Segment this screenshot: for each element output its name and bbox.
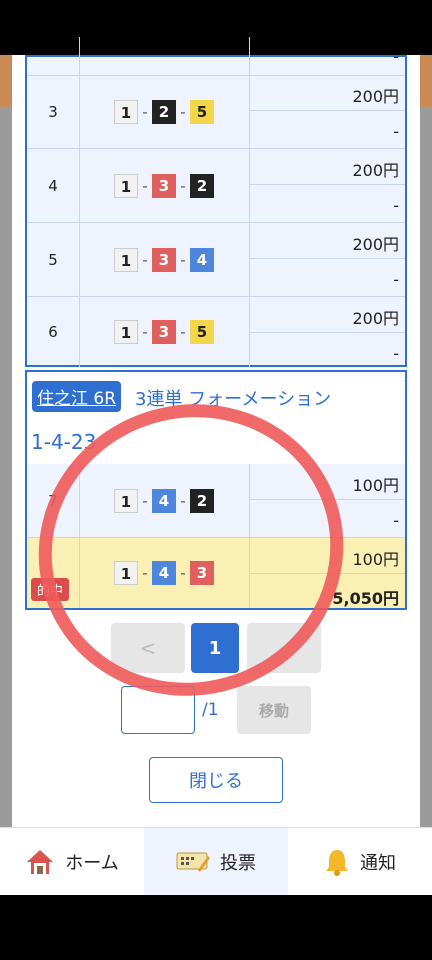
table-row: 7 1-4-2 100円 - bbox=[27, 464, 405, 538]
page-number-input[interactable] bbox=[121, 686, 195, 734]
payout-value: - bbox=[393, 47, 399, 66]
payout-value: 5,050円 bbox=[332, 589, 399, 608]
boat-number: 1 bbox=[114, 247, 138, 272]
boat-number: 5 bbox=[190, 320, 214, 344]
row-combo: 1-3-2 bbox=[79, 149, 250, 222]
payout-value: - bbox=[393, 122, 399, 141]
row-combo: 1-2-5 bbox=[79, 75, 250, 148]
current-page-button[interactable]: 1 bbox=[191, 623, 239, 673]
row-amounts: 100円 5,050円 bbox=[250, 538, 405, 608]
home-icon bbox=[27, 850, 54, 874]
next-page-button[interactable] bbox=[247, 623, 321, 673]
bet-type-label: 3連単 フォーメーション bbox=[135, 389, 332, 410]
bet-table-1: - 3 1-2-5 200円 - 4 1-3-2 200円 - 5 1-3-4 … bbox=[25, 37, 407, 367]
row-combo bbox=[79, 37, 250, 75]
row-amounts: 200円 - bbox=[250, 75, 405, 148]
nav-home-label: ホーム bbox=[65, 853, 119, 874]
boat-number: 1 bbox=[114, 561, 138, 585]
boat-number: 3 bbox=[190, 561, 214, 585]
row-amounts: 200円 - bbox=[250, 149, 405, 222]
prev-page-button[interactable]: < bbox=[111, 623, 185, 673]
close-button[interactable]: 閉じる bbox=[149, 757, 283, 803]
bet-amount: 200円 bbox=[250, 149, 405, 185]
row-number: 3 bbox=[27, 75, 80, 148]
bet-table-2: 住之江 6R 3連単 フォーメーション 1-4-23 7 1-4-2 100円 … bbox=[25, 370, 407, 610]
row-number bbox=[27, 37, 80, 75]
boat-number: 1 bbox=[114, 99, 138, 124]
hit-badge: 的中 bbox=[31, 578, 70, 601]
row-number: 6 bbox=[27, 297, 80, 367]
payout-value: - bbox=[393, 196, 399, 215]
bet-amount: 100円 bbox=[250, 464, 405, 500]
table-row: 4 1-3-2 200円 - bbox=[27, 149, 405, 223]
row-number: 7 bbox=[27, 464, 80, 537]
bet-amount: 200円 bbox=[250, 223, 405, 259]
nav-home[interactable]: ホーム bbox=[0, 828, 144, 896]
table-row: 3 1-2-5 200円 - bbox=[27, 75, 405, 149]
nav-vote-label: 投票 bbox=[220, 853, 256, 874]
table-row-hit: 的中 1-4-3 100円 5,050円 bbox=[27, 538, 405, 608]
row-amounts: 200円 - bbox=[250, 297, 405, 367]
row-combo: 1-3-5 bbox=[79, 297, 250, 367]
row-combo: 1-4-2 bbox=[79, 464, 250, 537]
bottom-nav: ホーム 投票 通知 bbox=[0, 827, 432, 896]
table-row: 5 1-3-4 200円 - bbox=[27, 223, 405, 297]
bet-amount: 200円 bbox=[250, 75, 405, 111]
nav-vote[interactable]: 投票 bbox=[144, 828, 288, 896]
row-combo: 1-3-4 bbox=[79, 223, 250, 296]
boat-number: 2 bbox=[190, 488, 214, 513]
table-row: - bbox=[27, 37, 405, 76]
payout-value: - bbox=[393, 511, 399, 530]
boat-number: 1 bbox=[114, 320, 138, 344]
row-amounts: 100円 - bbox=[250, 464, 405, 537]
table-row: 6 1-3-5 200円 - bbox=[27, 297, 405, 367]
boat-number: 4 bbox=[152, 561, 176, 585]
boat-number: 1 bbox=[114, 173, 138, 198]
boat-number: 3 bbox=[152, 320, 176, 344]
venue-link[interactable]: 住之江 6R bbox=[32, 381, 122, 412]
ticket-icon bbox=[176, 852, 210, 872]
move-page-button[interactable]: 移動 bbox=[237, 686, 311, 734]
row-number: 4 bbox=[27, 149, 80, 222]
nav-notify-label: 通知 bbox=[360, 853, 396, 874]
payout-value: - bbox=[393, 344, 399, 363]
boat-number: 1 bbox=[114, 488, 138, 513]
boat-number: 5 bbox=[190, 99, 214, 124]
row-amounts: 200円 - bbox=[250, 223, 405, 296]
formation-combo: 1-4-23 bbox=[31, 430, 97, 454]
payout-value: - bbox=[393, 270, 399, 289]
row-number: 的中 bbox=[27, 538, 80, 608]
boat-number: 2 bbox=[152, 99, 176, 124]
bell-icon bbox=[326, 850, 348, 876]
row-combo: 1-4-3 bbox=[79, 538, 250, 608]
bet-amount: 100円 bbox=[250, 538, 405, 574]
row-amounts: - bbox=[250, 37, 405, 75]
boat-number: 2 bbox=[190, 173, 214, 198]
system-nav-area bbox=[0, 895, 432, 960]
boat-number: 3 bbox=[152, 173, 176, 198]
total-pages: /1 bbox=[202, 700, 219, 720]
boat-number: 4 bbox=[152, 488, 176, 513]
bet-amount: 200円 bbox=[250, 297, 405, 333]
boat-number: 4 bbox=[190, 247, 214, 272]
row-number: 5 bbox=[27, 223, 80, 296]
boat-number: 3 bbox=[152, 247, 176, 272]
nav-notify[interactable]: 通知 bbox=[288, 828, 432, 896]
